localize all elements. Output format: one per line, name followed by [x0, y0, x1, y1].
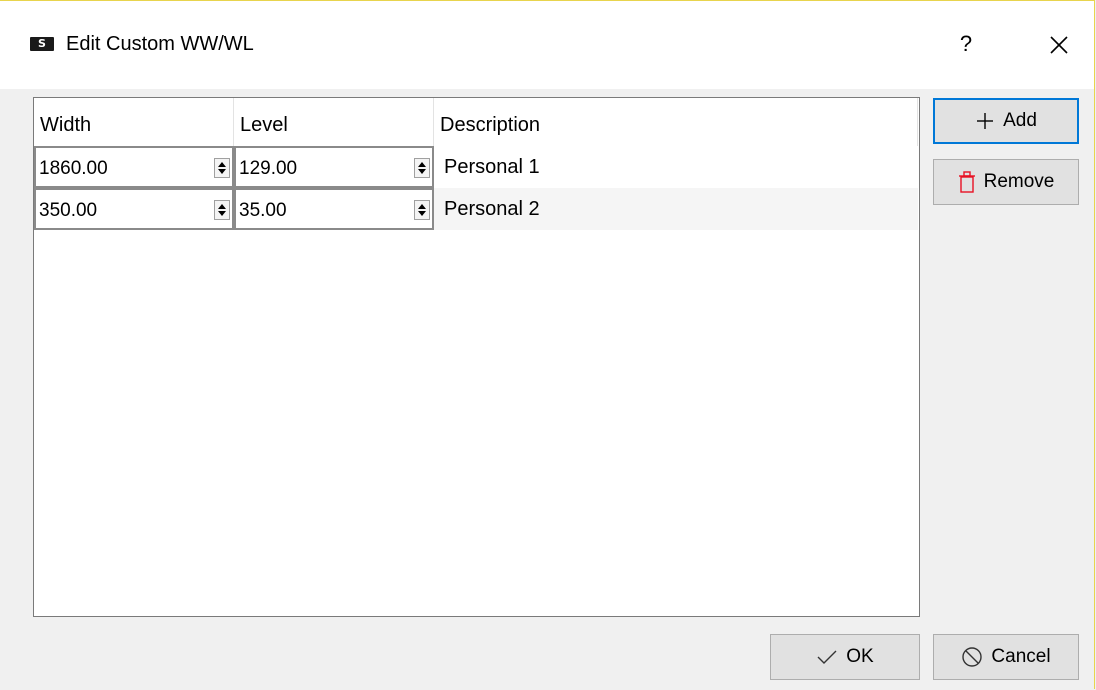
app-icon: S: [30, 37, 54, 51]
add-button-label: Add: [1003, 110, 1037, 131]
description-cell[interactable]: Personal 2: [444, 188, 540, 230]
close-icon: [1050, 36, 1068, 54]
add-button[interactable]: Add: [933, 98, 1079, 144]
level-value: 35.00: [239, 200, 287, 221]
width-spinbox[interactable]: 350.00: [34, 188, 234, 230]
width-value: 1860.00: [39, 158, 108, 179]
ok-button-label: OK: [846, 646, 874, 667]
cancel-button-label: Cancel: [991, 646, 1051, 667]
ww-wl-table[interactable]: Width Level Description 1860.00 129.00 P…: [33, 97, 920, 617]
help-button[interactable]: ?: [946, 27, 986, 61]
table-row[interactable]: 350.00 35.00 Personal 2: [34, 188, 918, 230]
width-spinbox[interactable]: 1860.00: [34, 146, 234, 188]
level-spinbox[interactable]: 129.00: [234, 146, 434, 188]
dialog-title: Edit Custom WW/WL: [66, 33, 254, 55]
column-header-level[interactable]: Level: [234, 98, 434, 146]
cancel-button[interactable]: Cancel: [933, 634, 1079, 680]
level-spinbox[interactable]: 35.00: [234, 188, 434, 230]
spin-arrows-icon[interactable]: [414, 158, 430, 178]
spin-arrows-icon[interactable]: [214, 158, 230, 178]
checkmark-icon: [817, 650, 837, 664]
cancel-circle-icon: [962, 647, 983, 667]
trash-icon: [958, 171, 975, 193]
dialog-window: S Edit Custom WW/WL ? Width Level Descri…: [0, 0, 1095, 689]
spin-arrows-icon[interactable]: [414, 200, 430, 220]
description-cell[interactable]: Personal 1: [444, 146, 540, 188]
column-header-description[interactable]: Description: [434, 98, 918, 146]
title-bar: S Edit Custom WW/WL ?: [0, 1, 1094, 89]
width-value: 350.00: [39, 200, 98, 221]
level-value: 129.00: [239, 158, 298, 179]
close-button[interactable]: [1036, 27, 1082, 63]
app-icon-letter: S: [38, 37, 46, 50]
remove-button[interactable]: Remove: [933, 159, 1079, 205]
table-row[interactable]: 1860.00 129.00 Personal 1: [34, 146, 918, 188]
plus-icon: [977, 113, 994, 129]
column-header-width[interactable]: Width: [34, 98, 234, 146]
remove-button-label: Remove: [983, 171, 1055, 192]
spin-arrows-icon[interactable]: [214, 200, 230, 220]
ok-button[interactable]: OK: [770, 634, 920, 680]
